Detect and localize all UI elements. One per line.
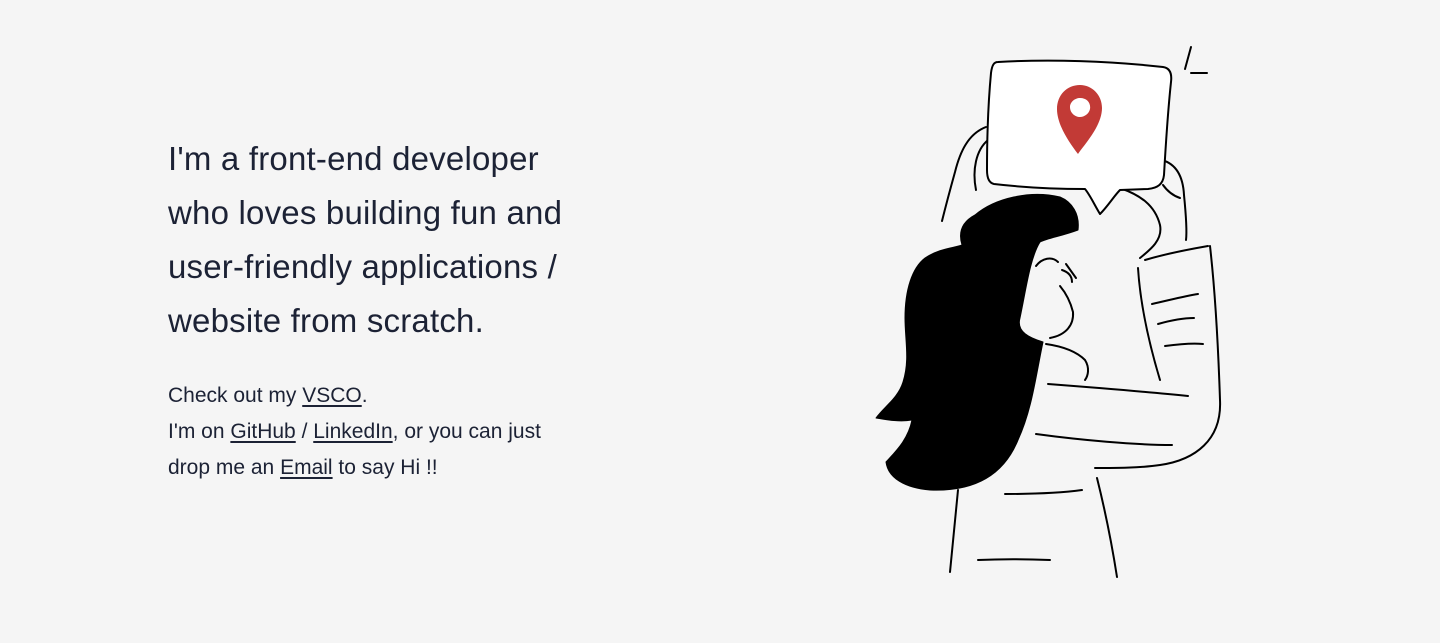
contact-paragraph: Check out my VSCO. I'm on GitHub / Linke…: [168, 378, 648, 486]
email-suffix: to say Hi !!: [332, 456, 438, 479]
vsco-suffix: .: [361, 384, 368, 407]
vsco-line: Check out my VSCO.: [168, 378, 648, 414]
email-line: drop me an Email to say Hi !!: [168, 450, 648, 486]
email-prefix: drop me an: [168, 456, 281, 479]
headline-line: website from scratch.: [168, 302, 484, 339]
face: [1035, 257, 1089, 381]
headline-line: I'm a front-end developer: [168, 140, 539, 177]
vsco-prefix: Check out my: [168, 384, 303, 407]
social-prefix: I'm on: [168, 420, 231, 443]
vsco-link[interactable]: VSCO: [302, 384, 362, 407]
linkedin-link[interactable]: LinkedIn: [313, 420, 392, 443]
headline-line: user-friendly applications /: [168, 248, 557, 285]
social-separator: /: [295, 420, 314, 443]
email-link[interactable]: Email: [280, 456, 333, 479]
social-suffix: , or you can just: [392, 420, 541, 443]
spark-lines: [1184, 46, 1208, 74]
headline-line: who loves building fun and: [168, 194, 563, 231]
social-line: I'm on GitHub / LinkedIn, or you can jus…: [168, 414, 648, 450]
intro-text: I'm a front-end developer who loves buil…: [168, 132, 648, 507]
girl-with-phone-illustration: [875, 46, 1222, 578]
hair: [875, 194, 1079, 491]
github-link[interactable]: GitHub: [230, 420, 295, 443]
headline: I'm a front-end developer who loves buil…: [168, 132, 648, 348]
